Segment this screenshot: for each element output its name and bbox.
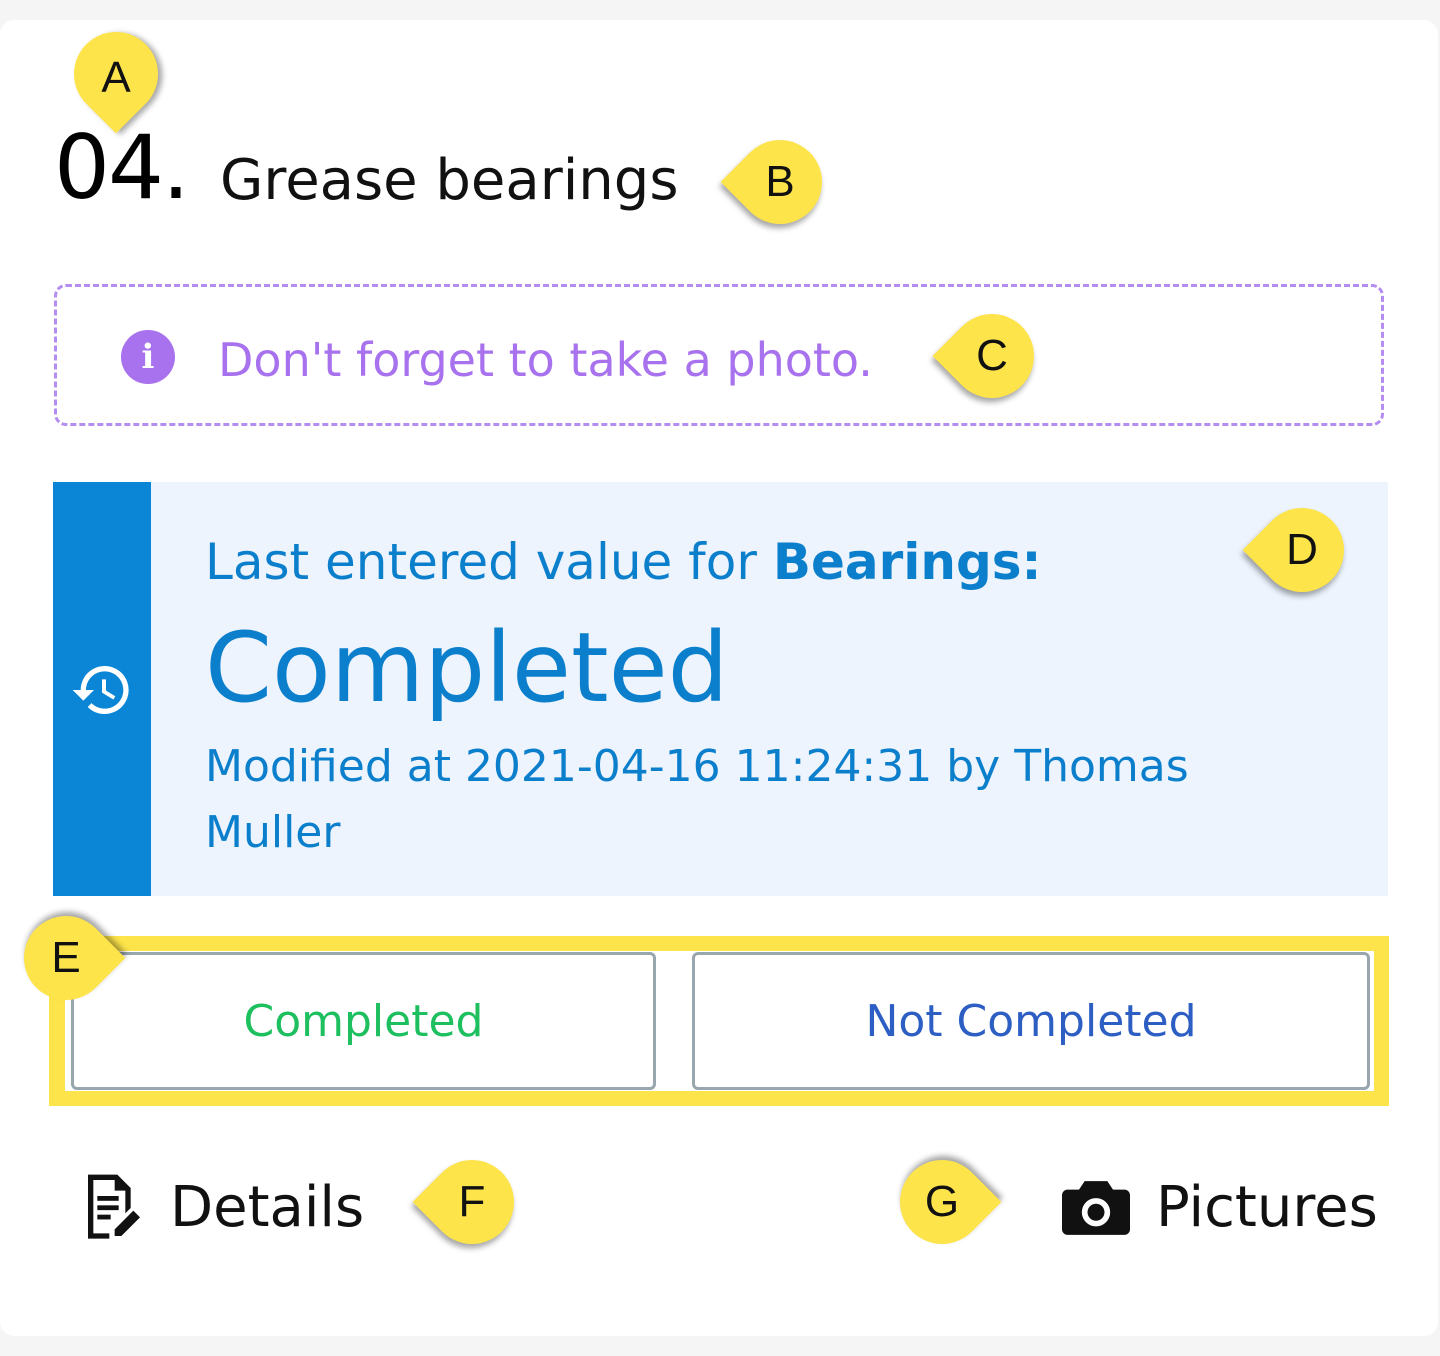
info-icon: i	[121, 330, 175, 384]
details-label: Details	[170, 1175, 365, 1240]
details-link[interactable]: Details	[80, 1168, 364, 1248]
callout-label-g: G	[924, 1177, 960, 1226]
callout-label-f: F	[458, 1177, 486, 1226]
last-value-meta: Modified at 2021-04-16 11:24:31 by Thoma…	[205, 741, 1189, 858]
step-title: Grease bearings	[220, 148, 679, 213]
last-value-prefix: Last entered value for	[205, 533, 773, 591]
callout-label-a: A	[101, 53, 131, 102]
edit-document-icon	[88, 1174, 140, 1239]
last-value-field: Bearings:	[772, 533, 1042, 591]
step-number: 04.	[54, 116, 190, 219]
last-value-heading: Last entered value for Bearings:	[205, 530, 1042, 594]
completed-button[interactable]: Completed	[71, 952, 656, 1090]
camera-icon	[1062, 1181, 1130, 1235]
hint-text: Don't forget to take a photo.	[218, 333, 873, 387]
callout-label-d: D	[1286, 525, 1318, 574]
last-value: Completed	[205, 612, 729, 724]
callout-label-c: C	[976, 331, 1008, 380]
callout-label-e: E	[51, 933, 81, 982]
callout-label-b: B	[765, 157, 795, 206]
history-icon	[72, 666, 129, 714]
not-completed-button[interactable]: Not Completed	[692, 952, 1370, 1090]
pictures-link[interactable]: Pictures	[1062, 1168, 1378, 1248]
pictures-label: Pictures	[1156, 1175, 1378, 1240]
